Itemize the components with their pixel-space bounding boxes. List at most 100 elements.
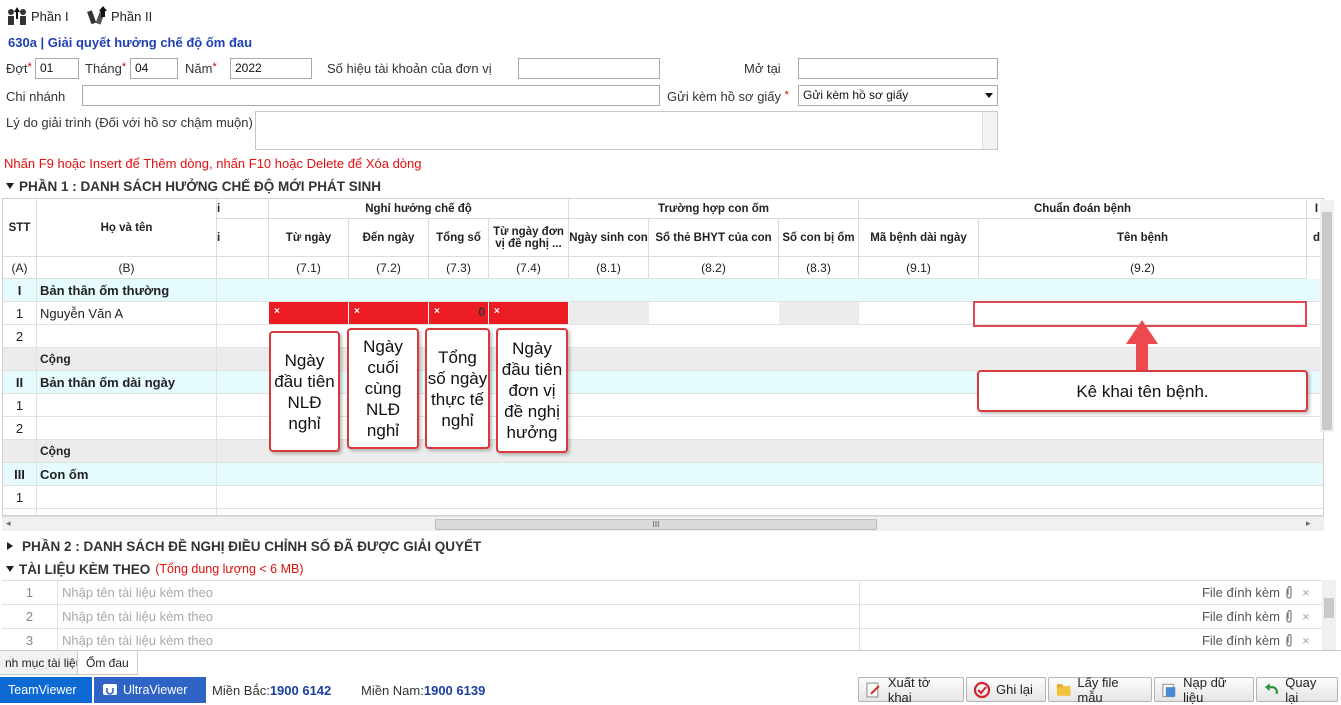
mo-tai-label: Mở tại <box>744 61 781 76</box>
index-8-3: (8.3) <box>779 257 859 279</box>
index-b: (B) <box>37 257 217 279</box>
chevron-down-icon <box>985 93 993 98</box>
paperclip-icon[interactable] <box>1284 634 1294 648</box>
attachments-header[interactable]: TÀI LIỆU KÈM THEO (Tổng dung lượng < 6 M… <box>6 559 304 579</box>
attachment-name-input[interactable]: Nhập tên tài liệu kèm theo <box>60 629 860 650</box>
get-template-button[interactable]: Lấy file mẫu <box>1048 675 1152 705</box>
row-name[interactable] <box>37 509 217 515</box>
tab-om-dau[interactable]: Ốm đau <box>77 651 138 675</box>
index-9-2: (9.2) <box>979 257 1307 279</box>
row-stt <box>3 440 37 462</box>
attachment-num: 3 <box>2 629 58 650</box>
export-button[interactable]: Xuất tờ khai <box>858 675 964 705</box>
row-stt: 1 <box>3 486 37 508</box>
part1-label: Phần I <box>31 8 69 24</box>
section2-title: PHẦN 2 : DANH SÁCH ĐỀ NGHỊ ĐIỀU CHỈNH SỐ… <box>22 538 482 554</box>
teamviewer-label: TeamViewer <box>8 683 77 697</box>
table-row[interactable]: 2 <box>3 417 1323 440</box>
attachment-file-link[interactable]: File đính kèm <box>1152 629 1280 650</box>
back-label: Quay lại <box>1285 674 1317 705</box>
row-name[interactable] <box>37 417 217 439</box>
hotline-north-phone: 1900 6142 <box>269 683 332 698</box>
remove-icon[interactable]: × <box>1302 605 1310 629</box>
col-den-ngay-header: Đến ngày <box>349 219 429 257</box>
nam-label-text: Năm <box>185 61 213 76</box>
col-ten-benh-header: Tên bệnh <box>979 219 1307 257</box>
index-a: (A) <box>3 257 37 279</box>
attachment-file-link[interactable]: File đính kèm <box>1152 581 1280 605</box>
table-row[interactable]: 1 <box>3 486 1323 509</box>
col-tong-so-header: Tổng số <box>429 219 489 257</box>
scroll-thumb[interactable] <box>1324 598 1334 618</box>
attachment-file-link[interactable]: File đính kèm <box>1152 605 1280 629</box>
remove-icon[interactable]: × <box>1302 629 1310 650</box>
table-row-total: Cộng <box>3 440 1323 463</box>
row-name[interactable] <box>37 486 217 508</box>
ly-do-textarea[interactable] <box>255 111 998 150</box>
so-hieu-tai-khoan-input[interactable] <box>518 58 660 79</box>
form-title: 630a | Giải quyết hưởng chế độ ốm đau <box>8 35 253 50</box>
back-button[interactable]: Quay lại <box>1256 674 1338 705</box>
list-item[interactable]: 1 Nhập tên tài liệu kèm theo File đính k… <box>2 581 1322 605</box>
col-so-con-bi-om-header: Số con bị ốm <box>779 219 859 257</box>
tong-so-cell-error[interactable]: × 0 <box>429 302 489 324</box>
section2-header[interactable]: PHẦN 2 : DANH SÁCH ĐỀ NGHỊ ĐIỀU CHỈNH SỐ… <box>7 536 481 556</box>
row-stt: I <box>3 279 37 301</box>
attachment-name-input[interactable]: Nhập tên tài liệu kèm theo <box>60 581 860 605</box>
paperclip-icon[interactable] <box>1284 586 1294 600</box>
row-name[interactable]: Nguyễn Văn A <box>37 302 217 324</box>
attachments-scrollbar[interactable] <box>1322 580 1336 650</box>
nam-input[interactable]: 2022 <box>230 58 312 79</box>
tu-ngay-cell-error[interactable]: × <box>269 302 349 324</box>
save-label: Ghi lại <box>996 682 1033 697</box>
scroll-thumb[interactable] <box>1322 212 1332 430</box>
load-data-label: Nạp dữ liệu <box>1183 674 1227 705</box>
attachment-num: 1 <box>2 581 58 605</box>
back-arrow-icon <box>1264 682 1278 694</box>
list-item[interactable]: 3 Nhập tên tài liệu kèm theo File đính k… <box>2 629 1322 650</box>
ultraviewer-button[interactable]: UltraViewer <box>94 677 206 703</box>
attachments-title: TÀI LIỆU KÈM THEO <box>19 561 151 577</box>
teamviewer-button[interactable]: TeamViewer <box>0 677 92 703</box>
col-hidden-header: i <box>217 219 269 257</box>
mo-tai-input[interactable] <box>798 58 998 79</box>
list-item[interactable]: 2 Nhập tên tài liệu kèm theo File đính k… <box>2 605 1322 629</box>
attachment-name-input[interactable]: Nhập tên tài liệu kèm theo <box>60 605 860 629</box>
row-name[interactable] <box>37 394 217 416</box>
folder-icon <box>1056 683 1071 696</box>
row-name[interactable] <box>37 325 217 347</box>
scroll-thumb[interactable]: III <box>435 519 877 530</box>
scroll-left-icon[interactable]: ◂ <box>6 518 11 529</box>
textarea-scrollbar[interactable] <box>982 112 997 149</box>
paperclip-icon[interactable] <box>1284 610 1294 624</box>
attachments-grid: 1 Nhập tên tài liệu kèm theo File đính k… <box>2 580 1322 650</box>
grid-horizontal-scrollbar[interactable]: ◂ III ▸ <box>2 516 1324 531</box>
collapse-triangle-icon <box>6 183 14 189</box>
part1-button[interactable]: Phần I <box>6 4 69 28</box>
gui-kem-select[interactable]: Gửi kèm hồ sơ giấy <box>798 85 998 106</box>
table-row[interactable]: III Con ốm <box>3 463 1323 486</box>
grid-vertical-scrollbar[interactable] <box>1320 200 1334 432</box>
section1-header[interactable]: PHẦN 1 : DANH SÁCH HƯỞNG CHẾ ĐỘ MỚI PHÁT… <box>6 176 381 196</box>
required-mark: * <box>121 61 127 73</box>
table-row[interactable]: 2 <box>3 509 1323 515</box>
tu-ngay-dv-cell-error[interactable]: × <box>489 302 569 324</box>
thang-input[interactable]: 04 <box>130 58 178 79</box>
table-row[interactable]: I Bản thân ốm thường <box>3 279 1323 302</box>
ultraviewer-label: UltraViewer <box>123 683 188 697</box>
scroll-right-icon[interactable]: ▸ <box>1306 518 1311 529</box>
index-7-2: (7.2) <box>349 257 429 279</box>
remove-icon[interactable]: × <box>1302 581 1310 605</box>
error-x-icon: × <box>434 306 440 317</box>
bottom-tabs: nh mục tài liệu Ốm đau <box>0 650 1341 676</box>
part2-button[interactable]: Phần II <box>86 4 152 28</box>
den-ngay-cell-error[interactable]: × <box>349 302 429 324</box>
nam-label: Năm* <box>185 61 217 76</box>
chi-nhanh-input[interactable] <box>82 85 660 106</box>
save-button[interactable]: Ghi lại <box>966 677 1046 702</box>
dot-input[interactable]: 01 <box>35 58 79 79</box>
collapse-triangle-icon <box>6 566 14 572</box>
error-x-icon: × <box>274 306 280 317</box>
row-name: Cộng <box>37 348 217 370</box>
load-data-button[interactable]: Nạp dữ liệu <box>1154 674 1254 705</box>
